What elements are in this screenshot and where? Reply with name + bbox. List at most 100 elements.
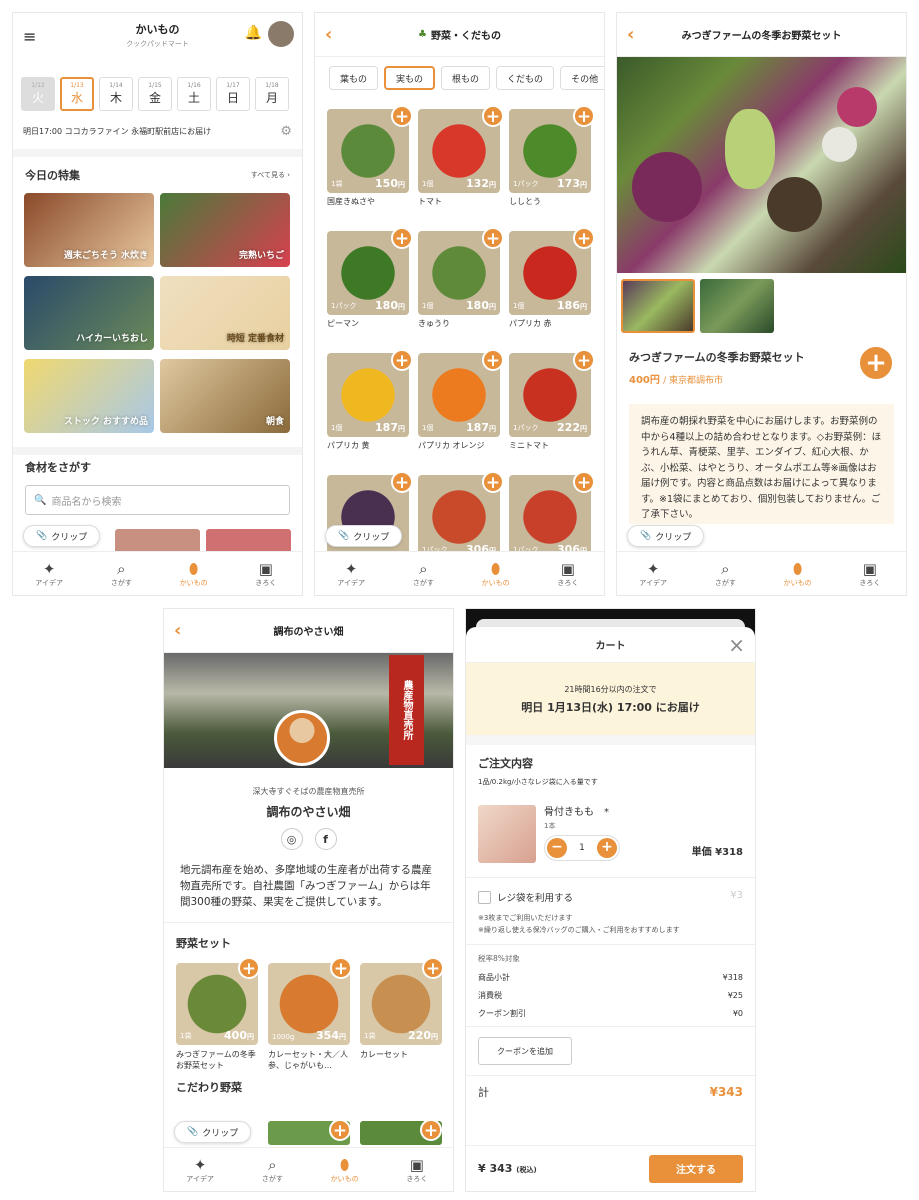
date-tab[interactable]: 1/12 火 <box>21 77 55 111</box>
paperclip-icon: 📎 <box>36 531 48 541</box>
facebook-icon[interactable]: f <box>314 828 337 850</box>
add-button[interactable]: + <box>482 227 504 249</box>
add-button[interactable]: + <box>420 1119 442 1141</box>
menu-icon[interactable]: ≡ <box>23 27 36 46</box>
summary-row: クーポン割引 ¥0 <box>478 1008 743 1018</box>
add-button[interactable]: + <box>329 1119 351 1141</box>
date-tab[interactable]: 1/17 日 <box>216 77 250 111</box>
order-button[interactable]: 注文する <box>649 1154 743 1183</box>
unit-price: 単価 ¥318 <box>691 847 743 858</box>
feature-banner[interactable]: ハイカーいちおし <box>24 276 154 350</box>
tab-record[interactable]: ▣ きろく <box>230 552 302 595</box>
broccoli-icon: ♣ <box>418 29 427 40</box>
feature-banner[interactable]: 週末ごちそう 水炊き <box>24 193 154 267</box>
tab-record[interactable]: ▣ きろく <box>381 1148 453 1191</box>
product-price: 400円 <box>224 1029 254 1042</box>
add-button[interactable]: + <box>482 105 504 127</box>
minus-button[interactable]: − <box>547 838 567 858</box>
add-button[interactable]: + <box>330 957 352 979</box>
page-title: かいもの <box>135 23 180 36</box>
feature-banner[interactable]: ストック おすすめ品 <box>24 359 154 433</box>
add-button[interactable]: + <box>238 957 260 979</box>
category-tab[interactable]: 実もの <box>384 66 436 90</box>
back-icon[interactable]: ‹ <box>627 25 645 45</box>
clip-button[interactable]: 📎 クリップ <box>627 525 705 547</box>
date-tab[interactable]: 1/15 金 <box>138 77 172 111</box>
feature-banner[interactable]: 時短 定番食材 <box>160 276 290 350</box>
product-quantity: 1個 <box>422 424 434 432</box>
paperclip-icon: 📎 <box>640 531 652 541</box>
date-tab[interactable]: 1/18 月 <box>255 77 289 111</box>
plus-button[interactable]: + <box>596 838 617 858</box>
date-tab[interactable]: 1/16 土 <box>177 77 211 111</box>
add-button[interactable]: + <box>482 471 504 493</box>
tab-search[interactable]: ⌕ さがす <box>236 1148 308 1191</box>
add-button[interactable]: + <box>482 349 504 371</box>
product-quantity: 1袋 <box>180 1032 192 1040</box>
category-tab[interactable]: その他 <box>560 66 604 90</box>
feature-banner[interactable]: 完熟いちご <box>160 193 290 267</box>
add-to-cart-button[interactable]: + <box>858 345 894 381</box>
avatar[interactable] <box>268 21 294 47</box>
bell-icon[interactable]: 🔔 <box>245 25 262 41</box>
quantity-value: 1 <box>579 843 585 853</box>
tab-shopping[interactable]: ⬮ かいもの <box>309 1148 381 1191</box>
close-icon[interactable]: × <box>728 633 745 657</box>
add-button[interactable]: + <box>391 349 413 371</box>
tab-shopping[interactable]: ⬮ かいもの <box>460 552 532 595</box>
thumbnail[interactable] <box>621 279 695 333</box>
add-button[interactable]: + <box>391 471 413 493</box>
product-price: 132円 <box>466 177 496 190</box>
product-quantity: 1個 <box>331 424 343 432</box>
back-icon[interactable]: ‹ <box>174 621 192 641</box>
section-title: 野菜セット <box>176 937 231 950</box>
clip-button[interactable]: 📎 クリップ <box>23 525 101 547</box>
add-button[interactable]: + <box>573 227 595 249</box>
section-title: 今日の特集 <box>25 169 80 182</box>
category-tab[interactable]: 根もの <box>441 66 491 90</box>
product-name: きゅうり <box>418 319 450 328</box>
see-all-link[interactable]: すべて見る › <box>251 170 290 180</box>
date-tab[interactable]: 1/14 木 <box>99 77 133 111</box>
feature-banner[interactable]: 朝食 <box>160 359 290 433</box>
gear-icon[interactable]: ⚙ <box>280 124 292 139</box>
product-price: 354円 <box>316 1029 346 1042</box>
add-button[interactable]: + <box>573 349 595 371</box>
bag-price: ¥3 <box>730 890 743 901</box>
tab-search[interactable]: ⌕ さがす <box>387 552 459 595</box>
tab-idea[interactable]: ✦ アイデア <box>164 1148 236 1191</box>
search-icon: ⌕ <box>721 559 730 578</box>
product-name: トマト <box>418 197 442 206</box>
date-tab[interactable]: 1/13 水 <box>60 77 94 111</box>
tab-record[interactable]: ▣ きろく <box>834 552 906 595</box>
checkbox[interactable] <box>478 890 491 904</box>
add-button[interactable]: + <box>391 227 413 249</box>
tab-idea[interactable]: ✦ アイデア <box>315 552 387 595</box>
back-icon[interactable]: ‹ <box>325 25 343 45</box>
thumbnail[interactable] <box>700 279 774 333</box>
product-quantity: 1パック <box>331 302 357 310</box>
tab-search[interactable]: ⌕ さがす <box>85 552 157 595</box>
tab-idea[interactable]: ✦ アイデア <box>13 552 85 595</box>
add-button[interactable]: + <box>391 105 413 127</box>
quantity-stepper: − 1 + <box>544 835 620 861</box>
tab-record[interactable]: ▣ きろく <box>532 552 604 595</box>
tab-shopping[interactable]: ⬮ かいもの <box>158 552 230 595</box>
category-tab[interactable]: 葉もの <box>329 66 379 90</box>
search-input[interactable]: 🔍 商品名から検索 <box>25 485 290 515</box>
add-button[interactable]: + <box>573 471 595 493</box>
clip-button[interactable]: 📎 クリップ <box>174 1121 252 1143</box>
tax-label: 税率8%対象 <box>478 954 520 963</box>
add-coupon-button[interactable]: クーポンを追加 <box>478 1037 572 1065</box>
add-button[interactable]: + <box>573 105 595 127</box>
clip-button[interactable]: 📎 クリップ <box>325 525 403 547</box>
category-tab[interactable]: くだもの <box>496 66 555 90</box>
tab-idea[interactable]: ✦ アイデア <box>617 552 689 595</box>
bag-option[interactable]: レジ袋を利用する <box>478 890 743 904</box>
shopping-icon: ⬮ <box>792 559 803 578</box>
store-name: 調布のやさい畑 <box>266 805 351 819</box>
instagram-icon[interactable]: ◎ <box>280 828 303 850</box>
add-button[interactable]: + <box>422 957 444 979</box>
tab-search[interactable]: ⌕ さがす <box>689 552 761 595</box>
tab-shopping[interactable]: ⬮ かいもの <box>762 552 834 595</box>
